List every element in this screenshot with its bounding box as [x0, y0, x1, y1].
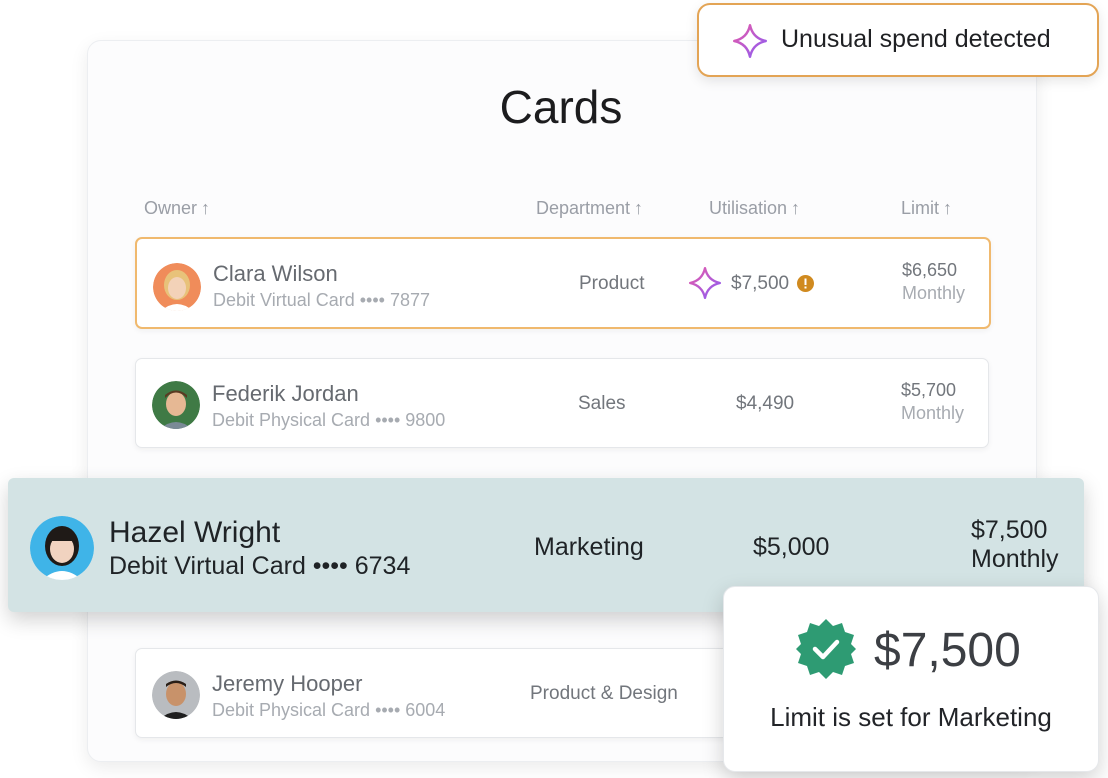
verified-badge-icon — [794, 617, 858, 686]
sort-arrow-icon: ↑ — [791, 198, 801, 218]
alert-message: Unusual spend detected — [781, 25, 1051, 53]
column-header-department[interactable]: Department ↑ — [536, 198, 643, 219]
column-header-owner[interactable]: Owner ↑ — [144, 198, 210, 219]
sort-arrow-icon: ↑ — [201, 198, 211, 218]
avatar — [30, 516, 94, 580]
utilisation-amount: $4,490 — [736, 393, 795, 414]
limit-amount: $7,500 — [971, 516, 1048, 544]
owner-name: Jeremy Hooper — [212, 671, 363, 696]
column-header-limit[interactable]: Limit ↑ — [901, 198, 952, 219]
limit-amount: $7,500 — [874, 624, 1021, 677]
limit-confirmation-card: $7,500 Limit is set for Marketing — [723, 586, 1099, 772]
utilisation-amount: $7,500 — [731, 273, 790, 294]
owner-name: Hazel Wright — [109, 516, 281, 549]
warning-icon — [797, 275, 814, 297]
department: Marketing — [534, 533, 644, 561]
department: Sales — [578, 393, 626, 414]
card-description: Debit Virtual Card •••• 6734 — [109, 552, 411, 580]
limit-period: Monthly — [902, 283, 966, 303]
page-title: Cards — [499, 81, 623, 133]
sort-arrow-icon: ↑ — [634, 198, 644, 218]
limit-cell: $6,650 Monthly — [902, 259, 965, 305]
limit-period: Monthly — [971, 545, 1059, 573]
owner-name: Federik Jordan — [212, 381, 359, 406]
limit-cell: $7,500 Monthly — [971, 516, 1059, 574]
limit-amount: $5,700 — [901, 380, 957, 400]
table-row[interactable]: Clara Wilson Debit Virtual Card •••• 787… — [135, 237, 991, 329]
limit-period: Monthly — [901, 403, 965, 423]
unusual-spend-alert[interactable]: Unusual spend detected — [697, 3, 1099, 77]
sparkle-icon — [688, 266, 722, 305]
confirmation-message: Limit is set for Marketing — [770, 702, 1052, 732]
card-description: Debit Physical Card •••• 6004 — [212, 700, 446, 720]
limit-cell: $5,700 Monthly — [901, 379, 964, 425]
avatar — [152, 671, 200, 719]
utilisation-amount: $5,000 — [753, 533, 830, 561]
department: Product & Design — [530, 683, 678, 704]
sparkle-icon — [732, 23, 768, 64]
department: Product — [579, 273, 645, 294]
table-row[interactable]: Federik Jordan Debit Physical Card •••• … — [135, 358, 989, 448]
card-description: Debit Virtual Card •••• 7877 — [213, 290, 430, 310]
avatar — [152, 381, 200, 429]
limit-amount: $6,650 — [902, 260, 958, 280]
column-header-utilisation[interactable]: Utilisation ↑ — [709, 198, 800, 219]
sort-arrow-icon: ↑ — [943, 198, 953, 218]
avatar — [153, 263, 201, 311]
owner-name: Clara Wilson — [213, 261, 338, 286]
card-description: Debit Physical Card •••• 9800 — [212, 410, 446, 430]
